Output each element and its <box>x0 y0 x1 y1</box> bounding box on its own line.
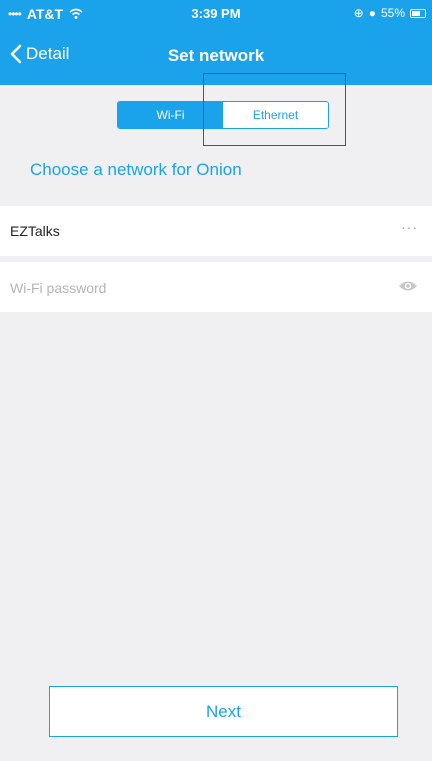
tab-ethernet-label: Ethernet <box>252 108 299 122</box>
status-right: ⊕ ● 55% <box>354 6 426 20</box>
password-row <box>0 262 432 312</box>
network-name: EZTalks <box>10 223 60 239</box>
nav-bar: Detail Set network <box>0 36 432 76</box>
ellipsis-icon[interactable]: ··· <box>401 219 418 235</box>
page-title: Set network <box>167 46 265 65</box>
network-type-segmented-control: Wi-Fi Ethernet <box>117 101 329 129</box>
battery-percent: 55% <box>380 6 405 20</box>
network-row[interactable]: EZTalks ··· <box>0 206 432 256</box>
tab-ethernet[interactable]: Ethernet <box>223 102 328 128</box>
tab-wifi[interactable]: Wi-Fi <box>118 102 223 128</box>
section-heading: Choose a network for Onion <box>30 160 242 179</box>
password-input[interactable] <box>8 274 372 302</box>
screen: •••• AT&T 3:39 PM ⊕ ● 55% Detail Set net… <box>0 0 432 761</box>
alarm-icon: ● <box>368 6 376 20</box>
status-bar: •••• AT&T 3:39 PM ⊕ ● 55% <box>0 0 432 28</box>
eye-icon[interactable] <box>398 279 418 293</box>
battery-icon <box>410 8 426 18</box>
header: •••• AT&T 3:39 PM ⊕ ● 55% Detail Set net… <box>0 0 432 85</box>
orientation-lock-icon: ⊕ <box>353 6 364 20</box>
tab-wifi-label: Wi-Fi <box>156 108 185 122</box>
next-button[interactable]: Next <box>49 686 398 737</box>
